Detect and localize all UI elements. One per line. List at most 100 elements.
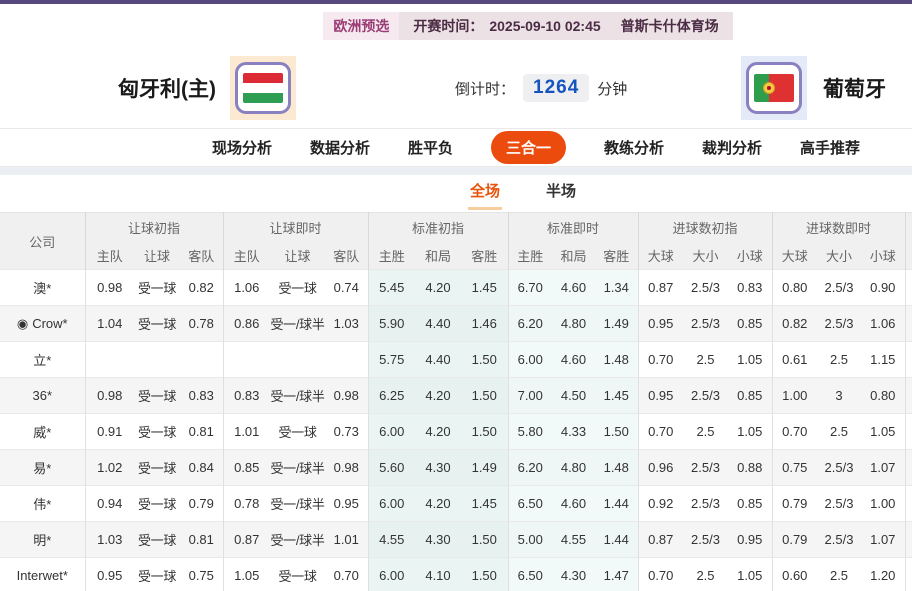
sub-header-让球初指-让球: 让球 — [134, 241, 180, 270]
table-row: Interwet* 0.95 受一球 0.75 1.05 受一球 0.70 6.00 4.10 1… — [0, 557, 912, 591]
odds-cell: 2.5 — [683, 341, 728, 378]
odds-cell: 6.20 — [507, 449, 552, 486]
odds-cell: 1.49 — [461, 449, 508, 486]
odds-cell: 5.80 — [507, 413, 552, 450]
sub-header-让球即时-主队: 主队 — [222, 241, 270, 270]
nav-tab-教练分析[interactable]: 教练分析 — [604, 137, 664, 158]
odds-cell: 0.83 — [222, 377, 270, 414]
odds-cell: 6.50 — [507, 485, 552, 522]
bookmaker-name: 伟* — [33, 497, 52, 512]
odds-cell: 1.07 — [861, 521, 906, 558]
odds-cell: 受一球 — [270, 413, 325, 450]
nav-tab-三合一[interactable]: 三合一 — [490, 131, 566, 164]
odds-cell: 0.78 — [180, 305, 223, 342]
odds-cell: 4.80 — [552, 449, 595, 486]
odds-cell: 1.50 — [461, 413, 508, 450]
odds-cell-extra — [904, 413, 912, 450]
odds-cell — [134, 341, 180, 378]
bookmaker-cell: 威* — [0, 413, 85, 450]
odds-cell: 受一球 — [270, 557, 325, 591]
odds-cell: 1.03 — [325, 305, 368, 342]
nav-tab-胜平负[interactable]: 胜平负 — [408, 137, 453, 158]
odds-cell: 5.60 — [367, 449, 415, 486]
odds-cell: 4.55 — [552, 521, 595, 558]
odds-cell: 0.70 — [637, 557, 683, 591]
odds-cell: 6.00 — [367, 557, 415, 591]
odds-cell: 1.02 — [84, 449, 134, 486]
home-team-block: 匈牙利(主) — [118, 56, 296, 120]
portugal-emblem-icon — [763, 82, 776, 94]
odds-cell: 4.20 — [415, 413, 461, 450]
countdown-unit: 分钟 — [597, 80, 628, 98]
table-row: 澳* 0.98 受一球 0.82 1.06 受一球 0.74 5.45 4.20 1.45 6.70… — [0, 269, 912, 306]
odds-cell: 受一球 — [134, 413, 180, 450]
nav-tab-裁判分析[interactable]: 裁判分析 — [702, 137, 762, 158]
odds-cell: 1.01 — [222, 413, 270, 450]
odds-cell: 0.87 — [637, 521, 683, 558]
odds-cell: 0.70 — [325, 557, 368, 591]
sub-header-进球数初指-小球: 小球 — [728, 241, 773, 270]
odds-cell: 0.70 — [637, 413, 683, 450]
match-odds-page: 欧洲预选 开赛时间： 2025-09-10 02:45 普斯卡什体育场 匈牙利(… — [0, 0, 912, 591]
team-header: 匈牙利(主) 倒计时： 1264 分钟 葡萄牙 — [0, 48, 912, 128]
sub-header-标准即时-主胜: 主胜 — [507, 241, 552, 270]
league-badge[interactable]: 欧洲预选 — [323, 12, 400, 40]
nav-tab-数据分析[interactable]: 数据分析 — [310, 137, 370, 158]
odds-cell: 受一球 — [134, 521, 180, 558]
odds-cell: 2.5/3 — [817, 305, 862, 342]
odds-cell: 7.00 — [507, 377, 552, 414]
sub-header-进球数即时-大小: 大小 — [817, 241, 862, 270]
odds-cell — [180, 341, 223, 378]
odds-cell: 1.46 — [461, 305, 508, 342]
kickoff-time: 2025-09-10 02:45 — [489, 18, 601, 34]
sub-header-让球初指-主队: 主队 — [84, 241, 134, 270]
odds-cell — [325, 341, 368, 378]
odds-cell: 0.70 — [771, 413, 818, 450]
odds-cell: 1.03 — [84, 521, 134, 558]
odds-cell: 0.96 — [637, 449, 683, 486]
odds-cell: 0.79 — [771, 521, 818, 558]
bookmaker-cell: 易* — [0, 449, 85, 486]
odds-cell: 4.10 — [415, 557, 461, 591]
odds-cell: 5.45 — [367, 269, 415, 306]
odds-cell: 1.00 — [861, 485, 906, 522]
odds-cell: 2.5/3 — [817, 269, 862, 306]
odds-cell: 2.5 — [817, 557, 862, 591]
nav-tab-高手推荐[interactable]: 高手推荐 — [800, 137, 860, 158]
sub-header-标准初指-和局: 和局 — [415, 241, 461, 270]
odds-cell: 0.85 — [728, 305, 773, 342]
nav-tab-现场分析[interactable]: 现场分析 — [212, 137, 272, 158]
odds-cell: 受一/球半 — [270, 377, 325, 414]
odds-cell: 0.83 — [180, 377, 223, 414]
odds-cell: 6.20 — [507, 305, 552, 342]
odds-cell: 2.5/3 — [683, 485, 728, 522]
odds-cell: 受一/球半 — [270, 485, 325, 522]
odds-cell: 4.60 — [552, 269, 595, 306]
bookmaker-name: 澳* — [33, 281, 52, 296]
odds-cell: 0.74 — [325, 269, 368, 306]
odds-cell: 4.20 — [415, 269, 461, 306]
odds-cell: 0.75 — [771, 449, 818, 486]
odds-cell: 0.75 — [180, 557, 223, 591]
odds-cell — [222, 341, 270, 378]
odds-cell: 受一球 — [134, 305, 180, 342]
odds-cell: 1.50 — [461, 557, 508, 591]
table-row: 易* 1.02 受一球 0.84 0.85 受一/球半 0.98 5.60 4.30 1.49 6.… — [0, 449, 912, 486]
subtab-半场[interactable]: 半场 — [546, 175, 576, 212]
bookmaker-name: Crow* — [32, 315, 68, 331]
odds-cell: 1.05 — [728, 341, 773, 378]
subtab-全场[interactable]: 全场 — [470, 175, 500, 212]
group-header-让球即时: 让球即时 — [222, 212, 368, 241]
odds-cell — [270, 341, 325, 378]
odds-cell-extra — [904, 485, 912, 522]
portugal-flag-frame — [746, 62, 802, 114]
group-header-进球数初指: 进球数初指 — [637, 212, 773, 241]
odds-cell: 1.50 — [595, 413, 638, 450]
bookmaker-name: 36* — [32, 388, 53, 403]
odds-cell: 6.00 — [367, 485, 415, 522]
odds-cell-extra — [904, 305, 912, 342]
odds-cell: 5.90 — [367, 305, 415, 342]
odds-cell-extra — [904, 341, 912, 378]
odds-cell: 6.70 — [507, 269, 552, 306]
odds-cell: 1.44 — [595, 521, 638, 558]
